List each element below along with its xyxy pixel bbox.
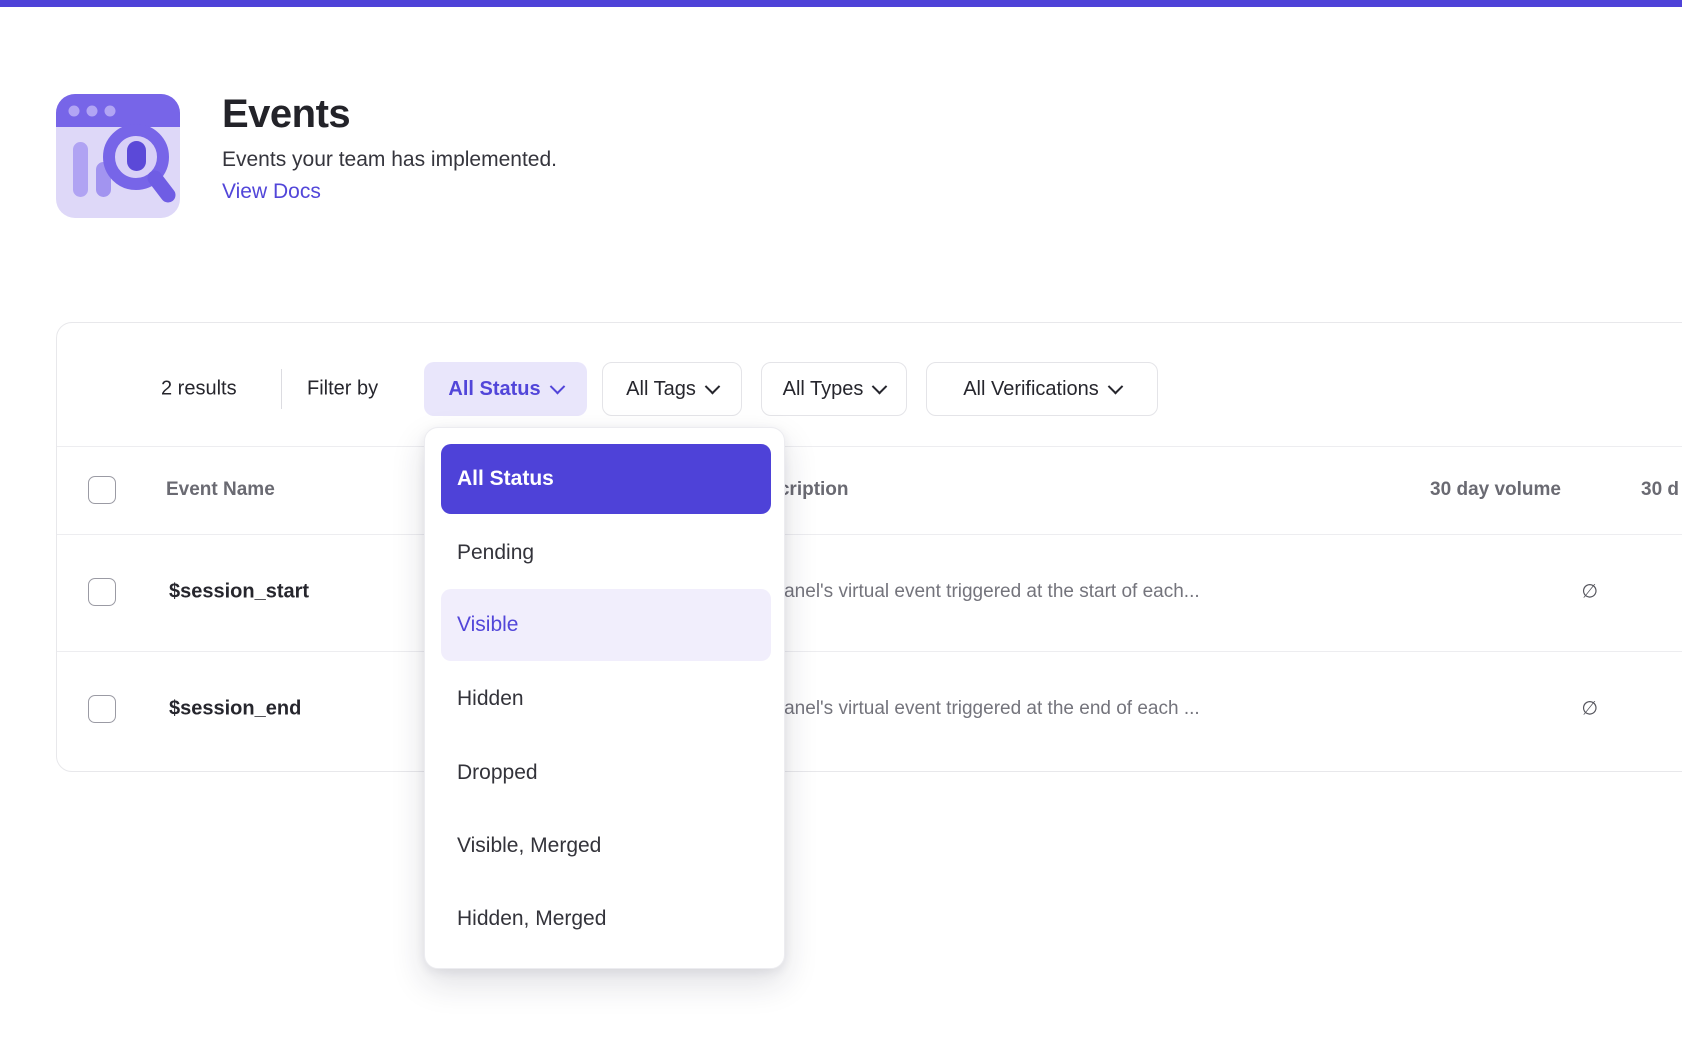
top-accent-bar: [0, 0, 1682, 7]
tags-filter-label: All Tags: [626, 378, 696, 401]
status-filter-dropdown: All Status Pending Visible Hidden Droppe…: [424, 427, 785, 969]
types-filter-button[interactable]: All Types: [761, 362, 907, 416]
status-filter-button[interactable]: All Status: [424, 362, 587, 416]
filter-by-label: Filter by: [307, 378, 378, 401]
event-30-day-volume: ∅: [1157, 581, 1598, 604]
event-description: Mixpanel's virtual event triggered at th…: [744, 698, 1200, 720]
row-checkbox[interactable]: [88, 578, 116, 606]
column-header-event-name: Event Name: [166, 479, 275, 501]
verifications-filter-label: All Verifications: [963, 378, 1099, 401]
events-analytics-icon: [56, 94, 180, 218]
status-filter-label: All Status: [448, 378, 540, 401]
events-table-card: 2 results Filter by /* vcenter applied b…: [56, 322, 1682, 772]
event-name: $session_start: [169, 581, 309, 604]
dropdown-item-all-status[interactable]: All Status: [441, 444, 771, 514]
dropdown-item-visible[interactable]: Visible: [441, 589, 771, 661]
dropdown-item-hidden-merged[interactable]: Hidden, Merged: [441, 884, 771, 954]
row-checkbox[interactable]: [88, 695, 116, 723]
toolbar-divider: [281, 369, 282, 409]
table-row-session-end[interactable]: $session_end Mixpanel's virtual event tr…: [57, 651, 1682, 768]
tags-filter-button[interactable]: All Tags: [602, 362, 742, 416]
event-name: $session_end: [169, 698, 301, 721]
chevron-down-icon: [549, 378, 565, 394]
table-row-session-start[interactable]: $session_start Mixpanel's virtual event …: [57, 534, 1682, 651]
verifications-filter-button[interactable]: All Verifications: [926, 362, 1158, 416]
column-header-30-day-volume: 30 day volume: [1157, 479, 1561, 501]
chevron-down-icon: [872, 378, 888, 394]
dropdown-item-pending[interactable]: Pending: [441, 518, 771, 588]
dropdown-item-dropped[interactable]: Dropped: [441, 738, 771, 808]
select-all-checkbox[interactable]: [88, 476, 116, 504]
table-header-row: Event Name Description 30 day volume 30 …: [57, 446, 1682, 534]
dropdown-item-visible-merged[interactable]: Visible, Merged: [441, 811, 771, 881]
page-title: Events: [222, 92, 350, 137]
chevron-down-icon: [1108, 378, 1124, 394]
results-count: 2 results: [161, 378, 237, 401]
page-subtitle: Events your team has implemented.: [222, 148, 557, 172]
view-docs-link[interactable]: View Docs: [222, 180, 321, 204]
column-header-30-day-partial: 30 d: [1641, 479, 1679, 501]
event-30-day-volume: ∅: [1157, 698, 1598, 721]
chevron-down-icon: [705, 378, 721, 394]
dropdown-item-hidden[interactable]: Hidden: [441, 664, 771, 734]
types-filter-label: All Types: [783, 378, 864, 401]
event-description: Mixpanel's virtual event triggered at th…: [744, 581, 1200, 603]
